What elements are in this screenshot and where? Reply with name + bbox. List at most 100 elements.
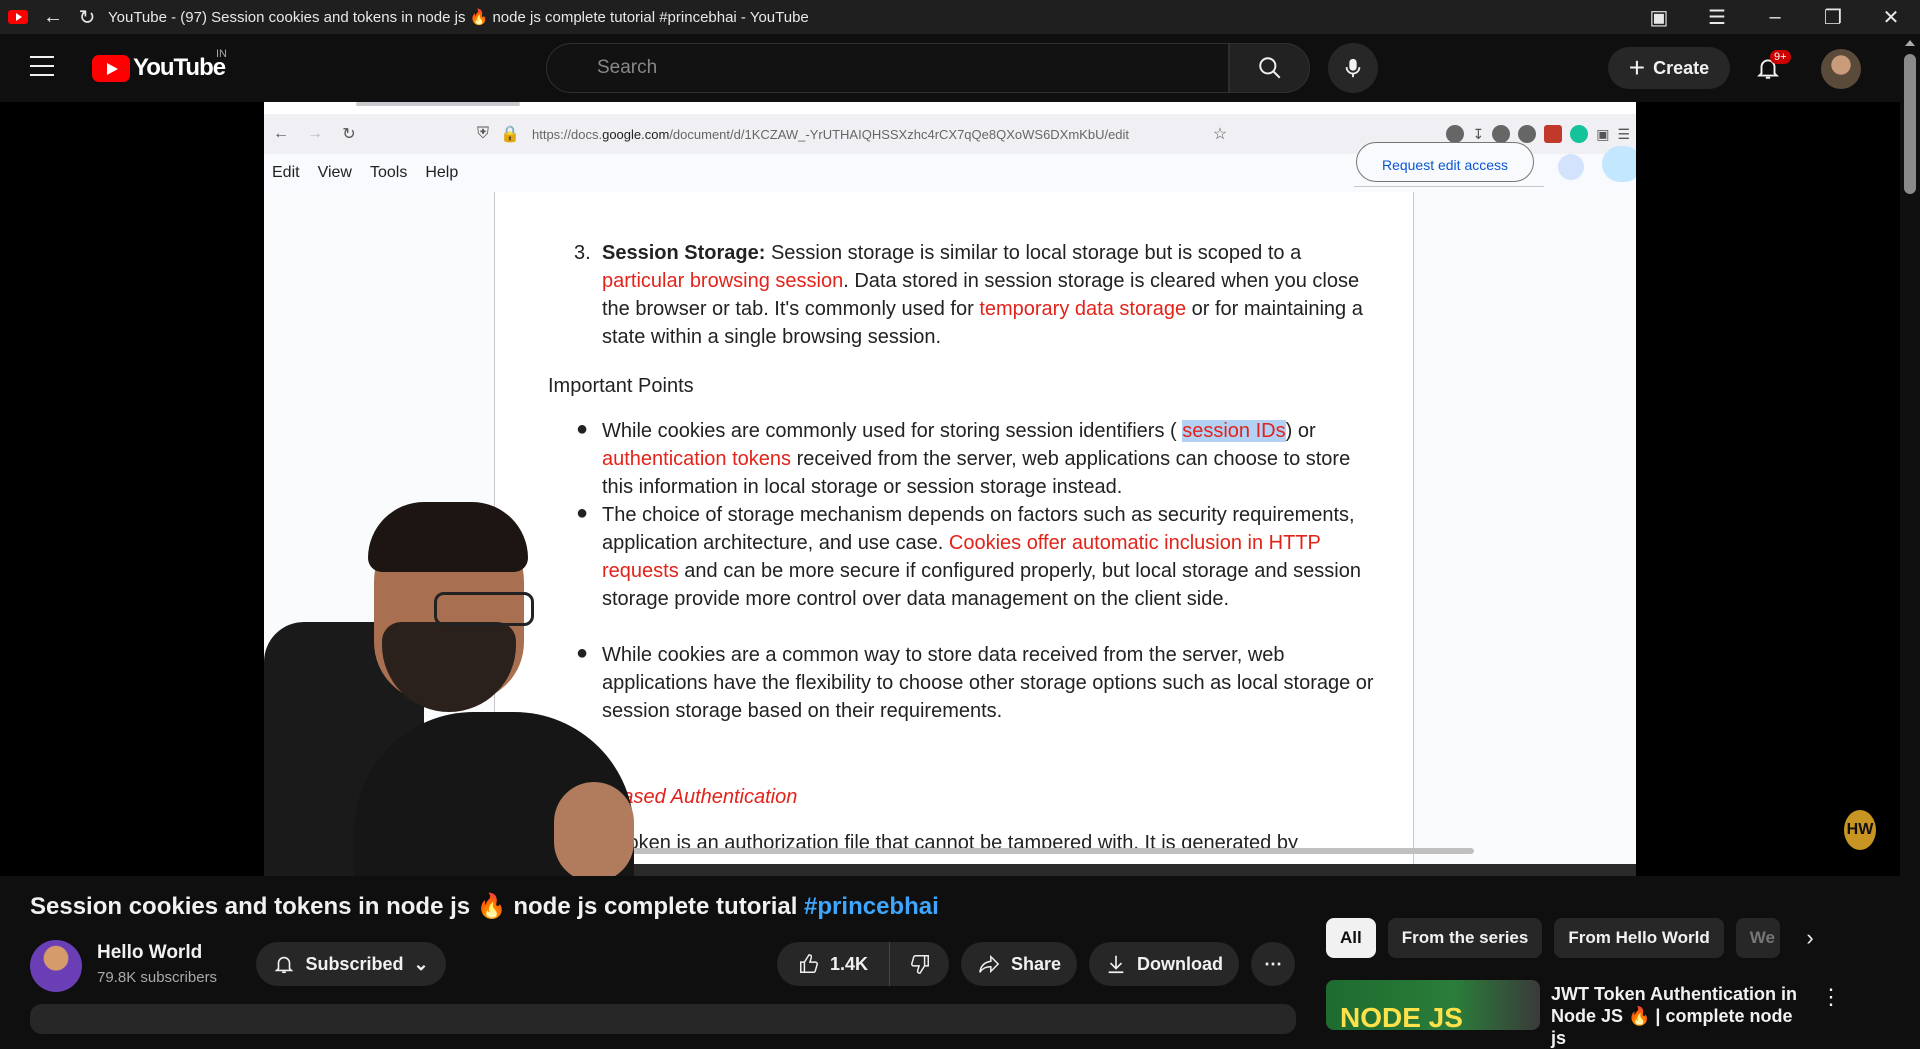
window-titlebar: ← ↻ YouTube - (97) Session cookies and t… [0,0,1920,34]
presenter-hair [368,502,528,572]
docs-divider [1354,186,1544,187]
inner-pocket-icon [1446,125,1465,143]
thumbs-down-icon [910,955,929,974]
subscribed-label: Subscribed [305,953,404,974]
download-label: Download [1137,953,1223,974]
docs-user-icon [1558,154,1584,180]
bullet-point-1: While cookies are commonly used for stor… [602,420,1351,498]
share-icon [979,954,1000,974]
channel-avatar[interactable] [30,940,82,992]
video-title: Session cookies and tokens in node js 🔥 … [30,893,939,920]
bullet-point-2: The choice of storage mechanism depends … [602,504,1361,610]
inner-tab-indicator [356,102,520,106]
list-number: 3. [574,242,591,264]
bell-icon [275,956,294,974]
recommended-title[interactable]: JWT Token Authentication in Node JS 🔥 | … [1551,983,1801,1049]
subscribed-button[interactable]: Subscribed ⌄ [256,942,446,986]
thumbnail-text: NODE JS [1340,1002,1463,1030]
country-code: IN [216,48,227,60]
video-player[interactable]: ← → ↻ ⛨ 🔒 https://docs.google.com/docume… [0,102,1900,876]
plus-icon: + [1628,52,1646,83]
bullet-point-3: While cookies are a common way to store … [602,644,1374,722]
doc-horizontal-scrollbar [614,848,1474,854]
menu-icon[interactable]: ☰ [1688,0,1746,34]
like-button[interactable]: 1.4K [777,942,889,986]
hashtag-link[interactable]: #princebhai [804,893,939,920]
inner-extension-p-icon [1492,125,1511,143]
important-points-heading: Important Points [548,375,694,397]
search-icon [1258,57,1280,79]
channel-subscriber-count: 79.8K subscribers [97,969,218,986]
related-chips: All From the series From Hello World We [1326,918,1780,958]
thumbs-up-icon [800,954,818,973]
chip-all[interactable]: All [1326,918,1376,958]
inner-star-icon: ☆ [1212,126,1228,143]
presenter-hand [554,782,634,876]
bullet-icon: ● [576,418,589,440]
download-icon [1108,955,1124,974]
more-actions-button[interactable]: ⋯ [1251,942,1295,986]
docs-menu-edit: Edit [272,164,300,181]
youtube-play-icon [92,54,130,82]
presenter-overlay [264,502,684,876]
inner-globe-icon [1518,125,1537,143]
scroll-up-icon[interactable] [1905,40,1915,46]
docs-menu-view: View [317,164,352,181]
microphone-icon [1345,58,1361,78]
chip-from-series[interactable]: From the series [1387,918,1543,958]
page-scrollbar[interactable] [1900,34,1920,1020]
scrollbar-thumb[interactable] [1904,54,1916,194]
share-label: Share [1010,953,1062,974]
inner-menu-icon: ☰ [1617,125,1630,142]
dislike-button[interactable] [889,942,949,986]
inner-extension-red-icon [1544,125,1563,143]
more-horizontal-icon: ⋯ [1264,953,1282,974]
inner-lock-icon: 🔒 [500,126,520,143]
presenter-glasses [434,592,534,626]
guide-menu-icon[interactable] [30,56,54,76]
inner-forward-icon: → [307,125,323,142]
docs-share-icon [1602,146,1636,182]
logo-wordmark: YouTube [133,54,226,81]
chip-watched[interactable]: We [1735,918,1780,958]
inner-grammarly-icon [1570,125,1589,143]
search-input[interactable] [597,57,1228,79]
channel-watermark[interactable]: HW [1844,810,1876,850]
inner-url: https://docs.google.com/document/d/1KCZA… [532,126,1130,142]
account-avatar[interactable] [1821,49,1861,89]
session-storage-paragraph: Session Storage: Session storage is simi… [602,242,1363,348]
video-frame: ← → ↻ ⛨ 🔒 https://docs.google.com/docume… [264,102,1636,876]
restore-icon[interactable]: ❐ [1804,0,1862,34]
window-title: YouTube - (97) Session cookies and token… [108,9,809,26]
minimize-icon[interactable]: – [1746,0,1804,34]
share-button[interactable]: Share [961,942,1077,986]
inner-shield-icon: ⛨ [476,125,489,142]
docs-menu-tools: Tools [369,164,408,181]
close-icon[interactable]: ✕ [1862,0,1920,34]
notification-badge: 9+ [1770,50,1791,64]
like-count: 1.4K [829,953,869,974]
reload-icon[interactable]: ↻ [70,0,104,34]
more-vertical-icon[interactable]: ⋮ [1820,984,1842,1010]
inner-reload-icon: ↻ [342,126,356,143]
recommended-thumbnail[interactable]: NODE JS [1326,980,1540,1030]
create-button[interactable]: + Create [1608,47,1730,89]
channel-name[interactable]: Hello World [97,942,202,964]
back-arrow-icon[interactable]: ← [36,0,70,34]
download-button[interactable]: Download [1089,942,1239,986]
request-edit-button: Request edit access [1356,142,1534,182]
inner-download-icon: ↧ [1472,125,1485,142]
search-button[interactable] [1229,43,1310,93]
youtube-logo[interactable]: YouTube IN [92,48,227,82]
chevron-right-icon[interactable]: › [1792,920,1828,956]
inner-puzzle-icon: ▣ [1596,125,1610,142]
create-label: Create [1653,57,1710,78]
description-box[interactable] [30,1004,1296,1034]
extensions-icon[interactable]: ▣ [1630,0,1688,34]
inner-back-icon: ← [273,125,289,142]
search-box[interactable] [546,43,1229,93]
chip-from-channel[interactable]: From Hello World [1554,918,1724,958]
youtube-favicon-icon [8,10,28,24]
voice-search-button[interactable] [1328,43,1378,93]
youtube-masthead: YouTube IN + Create 9+ [0,34,1900,102]
